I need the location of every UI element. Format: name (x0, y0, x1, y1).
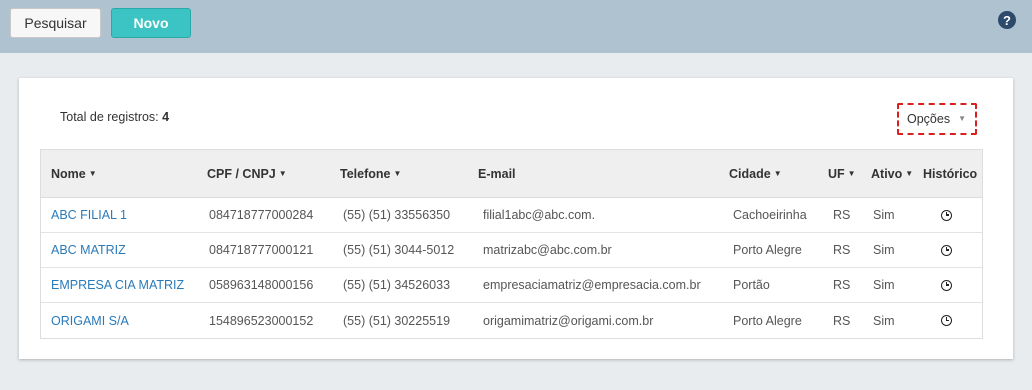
record-phone: (55) (51) 3044-5012 (343, 243, 455, 257)
sort-caret-icon: ▼ (847, 169, 856, 178)
record-active: Sim (873, 278, 895, 292)
history-cell (941, 198, 952, 232)
options-dropdown[interactable]: Opções ▼ (897, 103, 977, 135)
table-row: ABC FILIAL 1 084718777000284 (55) (51) 3… (41, 198, 982, 233)
column-header-nome[interactable]: Nome ▼ (51, 150, 97, 197)
total-records: Total de registros: 4 (60, 110, 169, 124)
results-panel: Total de registros: 4 Opções ▼ Nome ▼ CPF… (19, 78, 1013, 359)
record-cpf: 084718777000284 (209, 208, 314, 222)
total-records-label: Total de registros: (60, 110, 159, 124)
record-email: origamimatriz@origami.com.br (483, 313, 654, 328)
record-email: matrizabc@abc.com.br (483, 243, 612, 257)
sort-caret-icon: ▼ (393, 169, 402, 178)
column-header-cpf[interactable]: CPF / CNPJ ▼ (207, 150, 287, 197)
record-name-link[interactable]: ORIGAMI S/A (51, 303, 129, 338)
table-header: Nome ▼ CPF / CNPJ ▼ Telefone ▼ E-mail Cidad… (41, 150, 982, 198)
help-icon[interactable]: ? (998, 11, 1016, 29)
record-name-link[interactable]: ABC FILIAL 1 (51, 198, 127, 232)
record-cpf: 084718777000121 (209, 243, 314, 257)
history-clock-icon[interactable] (941, 279, 952, 291)
history-clock-icon[interactable] (941, 244, 952, 256)
column-header-email: E-mail (478, 150, 516, 197)
record-state: RS (833, 278, 851, 292)
record-email: filial1abc@abc.com. (483, 208, 596, 222)
options-label: Opções (907, 112, 951, 126)
record-active: Sim (873, 313, 895, 328)
history-clock-icon[interactable] (941, 315, 952, 326)
record-phone: (55) (51) 30225519 (343, 313, 451, 328)
record-active: Sim (873, 208, 895, 222)
sort-caret-icon: ▼ (88, 169, 97, 178)
column-header-label: E-mail (478, 166, 516, 181)
record-city: Portão (733, 278, 770, 292)
column-header-label: Ativo (871, 166, 903, 181)
new-button[interactable]: Novo (111, 8, 191, 38)
sort-caret-icon: ▼ (905, 169, 914, 178)
history-cell (941, 268, 952, 302)
record-state: RS (833, 208, 851, 222)
record-email: empresaciamatriz@empresacia.com.br (483, 278, 701, 292)
record-cpf: 154896523000152 (209, 313, 314, 328)
record-state: RS (833, 313, 851, 328)
column-header-uf[interactable]: UF ▼ (828, 150, 856, 197)
chevron-down-icon: ▼ (958, 114, 966, 123)
record-state: RS (833, 243, 851, 257)
record-phone: (55) (51) 34526033 (343, 278, 451, 292)
column-header-label: Histórico (923, 166, 978, 181)
history-clock-icon[interactable] (941, 209, 952, 221)
history-cell (941, 233, 952, 267)
sort-caret-icon: ▼ (773, 169, 782, 178)
record-name-link[interactable]: EMPRESA CIA MATRIZ (51, 268, 184, 302)
column-header-label: Telefone (340, 166, 391, 181)
column-header-label: Nome (51, 166, 86, 181)
history-cell (941, 303, 952, 338)
record-phone: (55) (51) 33556350 (343, 208, 451, 222)
sort-caret-icon: ▼ (278, 169, 287, 178)
column-header-telefone[interactable]: Telefone ▼ (340, 150, 401, 197)
column-header-ativo[interactable]: Ativo ▼ (871, 150, 913, 197)
record-active: Sim (873, 243, 895, 257)
column-header-label: Cidade (729, 166, 771, 181)
table-row: ABC MATRIZ 084718777000121 (55) (51) 304… (41, 233, 982, 268)
column-header-historico: Histórico (923, 150, 977, 197)
record-name-link[interactable]: ABC MATRIZ (51, 233, 126, 267)
record-city: Porto Alegre (733, 243, 802, 257)
top-toolbar: Pesquisar Novo ? (0, 0, 1032, 53)
total-records-value: 4 (162, 110, 170, 124)
column-header-label: CPF / CNPJ (207, 166, 276, 181)
column-header-label: UF (828, 166, 845, 181)
record-city: Cachoeirinha (733, 208, 807, 222)
table-row: ORIGAMI S/A 154896523000152 (55) (51) 30… (41, 303, 982, 338)
column-header-cidade[interactable]: Cidade ▼ (729, 150, 782, 197)
table-row: EMPRESA CIA MATRIZ 058963148000156 (55) … (41, 268, 982, 303)
record-city: Porto Alegre (733, 313, 802, 328)
records-table: Nome ▼ CPF / CNPJ ▼ Telefone ▼ E-mail Cidad… (40, 149, 983, 339)
record-cpf: 058963148000156 (209, 278, 314, 292)
search-button[interactable]: Pesquisar (10, 8, 101, 38)
